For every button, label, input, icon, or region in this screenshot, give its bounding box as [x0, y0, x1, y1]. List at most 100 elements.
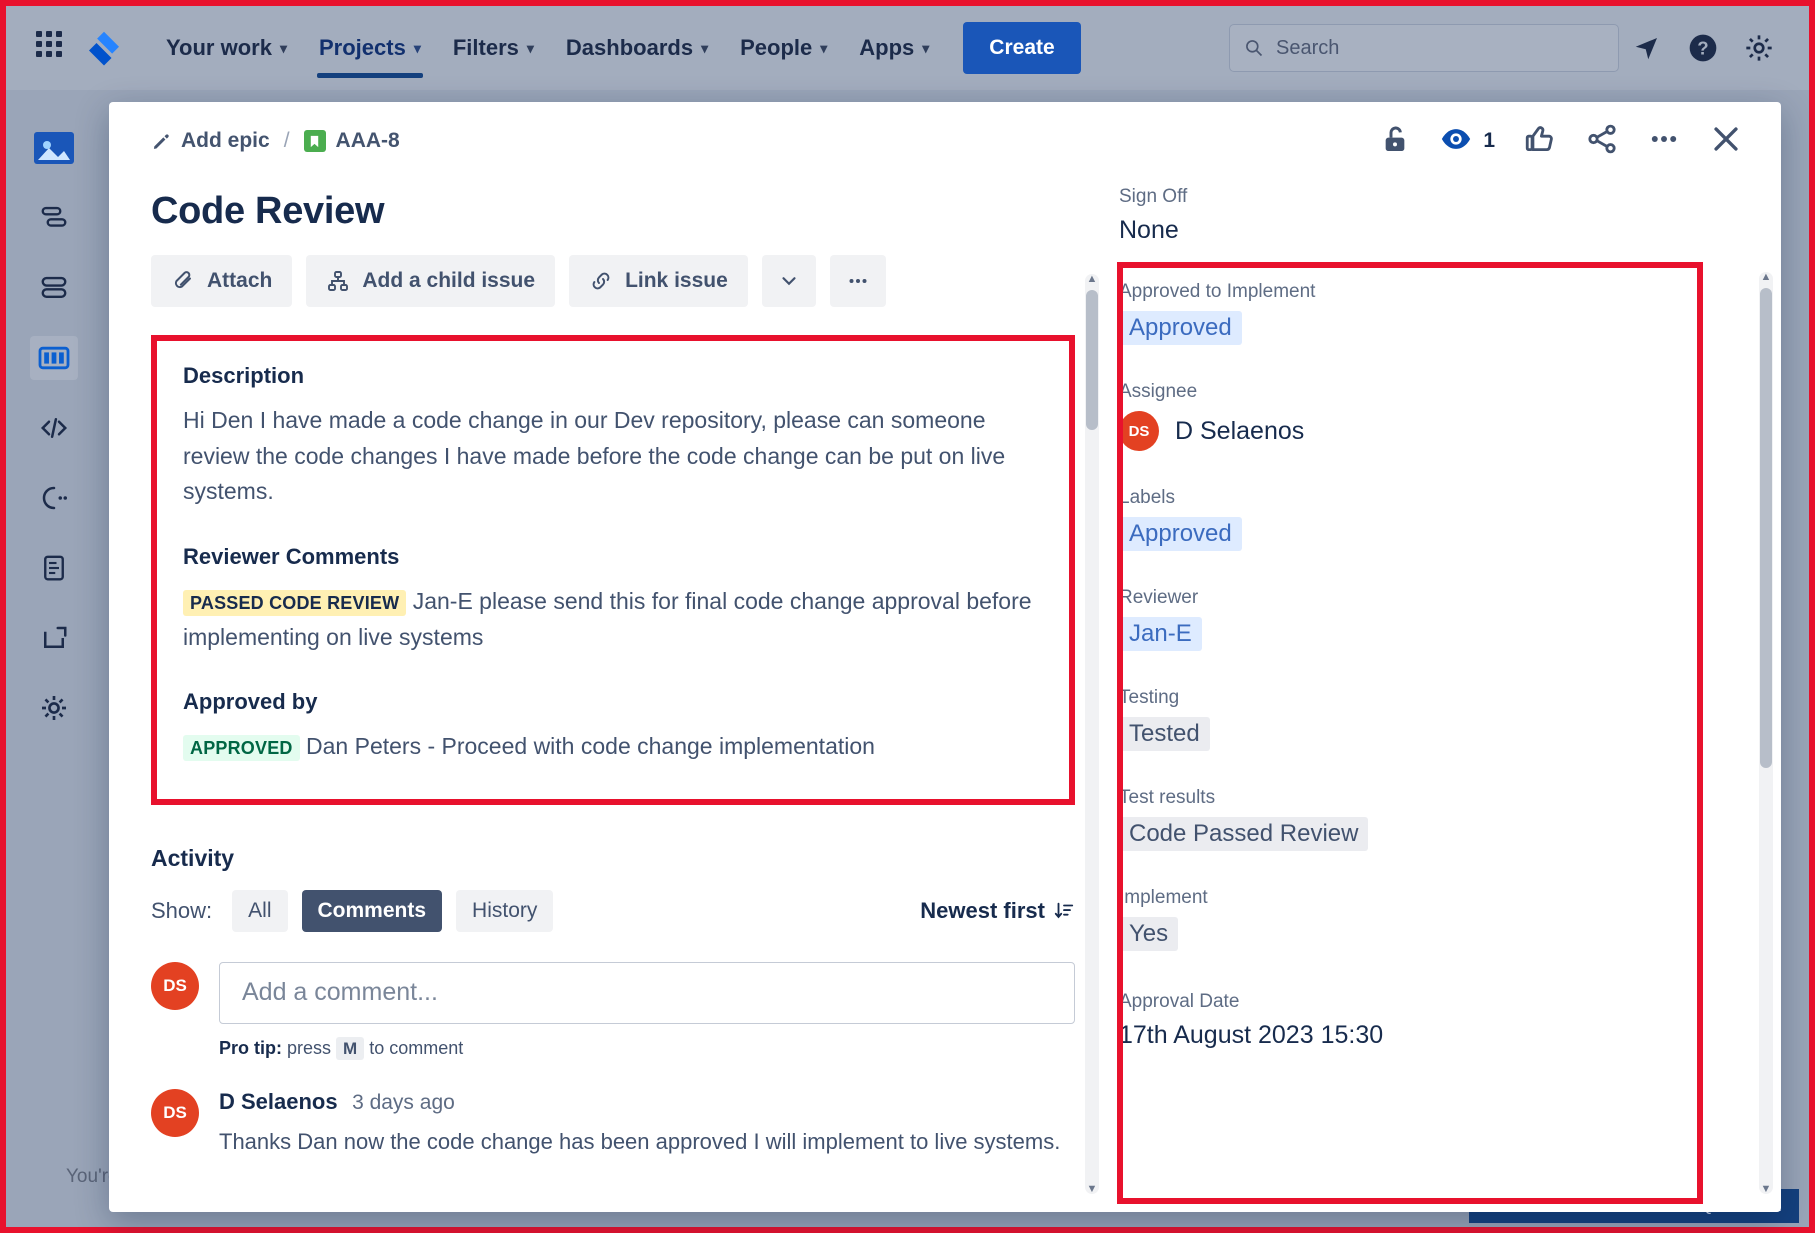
add-comment-input[interactable]: Add a comment...: [219, 962, 1075, 1024]
avatar: DS: [1119, 411, 1159, 451]
attach-label: Attach: [207, 269, 272, 293]
chevron-down-icon: ▾: [820, 40, 827, 57]
nav-item-filters[interactable]: Filters ▾: [437, 6, 550, 90]
breadcrumb-issue-key[interactable]: AAA-8: [304, 129, 400, 153]
scroll-down-arrow-icon[interactable]: ▼: [1759, 1182, 1773, 1196]
nav-item-people[interactable]: People ▾: [724, 6, 843, 90]
project-settings-icon[interactable]: [30, 686, 78, 730]
field-sign-off: Sign Off None: [1119, 186, 1741, 245]
comment-author[interactable]: D Selaenos: [219, 1089, 338, 1114]
notifications-icon[interactable]: [1619, 33, 1675, 63]
field-value: Jan-E: [1119, 617, 1202, 651]
project-avatar-icon[interactable]: [30, 126, 78, 170]
search-icon: [1244, 38, 1264, 58]
releases-icon[interactable]: [30, 476, 78, 520]
nav-item-dashboards[interactable]: Dashboards ▾: [550, 6, 724, 90]
help-icon[interactable]: ?: [1675, 32, 1731, 64]
field-label: Sign Off: [1119, 186, 1741, 208]
roadmap-icon[interactable]: [30, 266, 78, 310]
approved-by-text[interactable]: APPROVED Dan Peters - Proceed with code …: [183, 729, 1043, 765]
pro-tip-press: press: [287, 1038, 331, 1058]
toolbar-dropdown-button[interactable]: [762, 255, 816, 307]
backlog-icon[interactable]: [30, 196, 78, 240]
like-thumbs-up-icon[interactable]: [1523, 122, 1557, 161]
scrollbar-thumb[interactable]: [1760, 288, 1772, 768]
field-value: D Selaenos: [1175, 417, 1304, 446]
activity-tab-history[interactable]: History: [456, 890, 553, 932]
field-value-wrap[interactable]: Yes: [1119, 917, 1741, 951]
scroll-down-arrow-icon[interactable]: ▼: [1085, 1182, 1099, 1196]
field-value-wrap[interactable]: Approved: [1119, 517, 1741, 551]
add-epic-button[interactable]: Add epic: [151, 129, 270, 153]
nav-item-apps[interactable]: Apps ▾: [843, 6, 945, 90]
share-icon[interactable]: [1585, 122, 1619, 161]
add-shortcut-icon[interactable]: [30, 616, 78, 660]
field-value-wrap[interactable]: Jan-E: [1119, 617, 1741, 651]
chevron-down-icon: ▾: [527, 40, 534, 57]
toolbar-more-button[interactable]: [830, 255, 886, 307]
nav-item-projects[interactable]: Projects ▾: [303, 6, 437, 90]
nav-item-your-work[interactable]: Your work ▾: [150, 6, 303, 90]
comment-item: DS D Selaenos 3 days ago Thanks Dan now …: [151, 1089, 1075, 1155]
issue-details-column: Sign Off None Approved to Implement Appr…: [1109, 180, 1781, 1212]
activity-heading: Activity: [151, 845, 1075, 872]
watch-eye-icon[interactable]: [1439, 122, 1473, 161]
field-value-wrap[interactable]: Approved: [1119, 311, 1741, 345]
scrollbar-thumb[interactable]: [1086, 290, 1098, 430]
field-test-results: Test results Code Passed Review: [1119, 787, 1741, 851]
field-value-wrap[interactable]: DS D Selaenos: [1119, 411, 1741, 451]
screen-root: Your work ▾ Projects ▾ Filters ▾ Dashboa…: [0, 0, 1815, 1233]
attach-button[interactable]: Attach: [151, 255, 292, 307]
link-issue-button[interactable]: Link issue: [569, 255, 748, 307]
pro-tip-prefix: Pro tip:: [219, 1038, 282, 1058]
sort-order-button[interactable]: Newest first: [920, 898, 1075, 924]
field-value-wrap[interactable]: Tested: [1119, 717, 1741, 751]
issue-main-column: Code Review Attach: [109, 180, 1109, 1212]
board-icon[interactable]: [30, 336, 78, 380]
field-value-wrap[interactable]: Code Passed Review: [1119, 817, 1741, 851]
reviewer-comments-text[interactable]: PASSED CODE REVIEW Jan-E please send thi…: [183, 584, 1043, 655]
code-icon[interactable]: [30, 406, 78, 450]
activity-tab-comments[interactable]: Comments: [302, 890, 443, 932]
comment-body: Thanks Dan now the code change has been …: [219, 1129, 1075, 1155]
app-switcher-icon[interactable]: [36, 31, 70, 65]
child-issue-icon: [326, 269, 350, 293]
pro-tip-suffix: to comment: [369, 1038, 463, 1058]
issue-key-label: AAA-8: [336, 129, 400, 153]
field-value[interactable]: None: [1119, 216, 1741, 245]
chevron-down-icon: ▾: [414, 40, 421, 57]
add-child-issue-button[interactable]: Add a child issue: [306, 255, 555, 307]
chevron-down-icon: ▾: [922, 40, 929, 57]
close-icon[interactable]: [1709, 122, 1743, 161]
settings-icon[interactable]: [1731, 32, 1787, 64]
more-icon: [846, 269, 870, 293]
description-text[interactable]: Hi Den I have made a code change in our …: [183, 403, 1043, 510]
sort-order-label: Newest first: [920, 898, 1045, 924]
pages-icon[interactable]: [30, 546, 78, 590]
project-sidebar-rail: [6, 90, 102, 1227]
issue-modal-header: Add epic / AAA-8: [109, 102, 1781, 180]
watch-count: 1: [1483, 129, 1495, 153]
description-highlight-box: Description Hi Den I have made a code ch…: [151, 335, 1075, 805]
field-approval-date: Approval Date 17th August 2023 15:30: [1119, 991, 1741, 1050]
field-label: Approval Date: [1119, 991, 1741, 1013]
chevron-down-icon: ▾: [280, 40, 287, 57]
lock-icon[interactable]: [1379, 123, 1411, 160]
jira-logo-icon[interactable]: [84, 28, 124, 68]
field-value[interactable]: 17th August 2023 15:30: [1119, 1021, 1741, 1050]
left-column-scrollbar[interactable]: ▲ ▼: [1085, 274, 1099, 1194]
nav-label: People: [740, 35, 812, 61]
approved-by-body: Dan Peters - Proceed with code change im…: [306, 733, 875, 759]
activity-tab-all[interactable]: All: [232, 890, 287, 932]
create-button[interactable]: Create: [963, 22, 1080, 74]
more-actions-icon[interactable]: [1647, 122, 1681, 161]
search-input[interactable]: Search: [1229, 24, 1619, 72]
nav-label: Your work: [166, 35, 272, 61]
right-column-scrollbar[interactable]: ▲ ▼: [1759, 272, 1773, 1194]
link-issue-label: Link issue: [625, 269, 728, 293]
scroll-up-arrow-icon[interactable]: ▲: [1085, 272, 1099, 286]
link-icon: [589, 269, 613, 293]
pro-tip-key: M: [336, 1037, 364, 1060]
scroll-up-arrow-icon[interactable]: ▲: [1759, 270, 1773, 284]
show-label: Show:: [151, 898, 212, 924]
